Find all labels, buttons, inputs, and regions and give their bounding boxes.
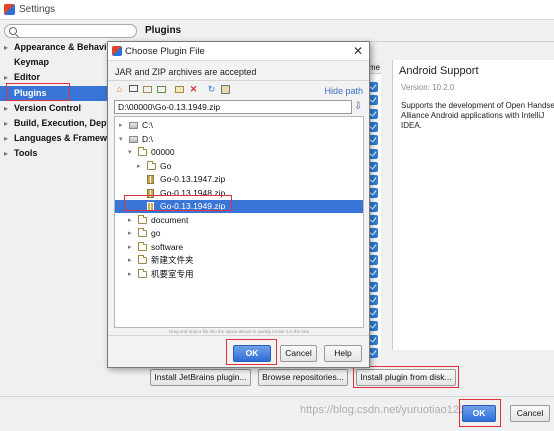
tree-item-label: Go <box>160 160 172 171</box>
project-icon[interactable] <box>142 84 153 95</box>
file-item[interactable]: Go-0.13.1947.zip <box>115 173 363 186</box>
new-folder-icon[interactable] <box>174 84 185 95</box>
show-hidden-icon[interactable] <box>220 84 231 95</box>
chevron-right-icon[interactable]: ▸ <box>119 119 123 132</box>
hide-path-link[interactable]: Hide path <box>324 86 363 96</box>
sidebar-item-label: Build, Execution, Deployment <box>14 118 108 128</box>
tree-item-label: Go-0.13.1947.zip <box>160 174 226 184</box>
sidebar-item-label: Appearance & Behavior <box>14 42 108 52</box>
folder-icon <box>138 228 147 237</box>
folder-item[interactable]: ▸ C:\ <box>115 119 363 132</box>
chevron-right-icon[interactable]: ▸ <box>137 160 141 173</box>
folder-item[interactable]: ▸ go <box>115 227 363 240</box>
highlight-dialog-ok <box>226 339 277 365</box>
plugin-name: Android Support <box>399 65 479 77</box>
divider <box>108 80 369 81</box>
drive-icon <box>129 122 138 129</box>
folder-icon <box>138 214 147 224</box>
chevron-right-icon[interactable]: ▸ <box>128 241 132 254</box>
folder-icon <box>138 241 147 251</box>
highlight-plugins <box>6 83 70 101</box>
zip-file-icon <box>147 175 154 184</box>
sidebar-item-label: Version Control <box>14 102 82 113</box>
folder-item[interactable]: ▸ 机要室专用 <box>115 268 363 281</box>
folder-item[interactable]: ▸ Go <box>115 160 363 173</box>
choose-plugin-file-dialog: Choose Plugin File ✕ JAR and ZIP archive… <box>107 41 370 368</box>
chevron-right-icon[interactable]: ▸ <box>4 131 8 146</box>
settings-search-input[interactable] <box>4 24 137 38</box>
search-icon <box>9 27 17 35</box>
highlight-install-from-disk <box>353 366 459 388</box>
tree-item-label: 新建文件夹 <box>151 255 194 265</box>
tree-item-label: go <box>151 228 161 238</box>
tree-item-label: C:\ <box>142 120 153 130</box>
browse-repositories-button[interactable]: Browse repositories... <box>258 369 348 386</box>
plugin-detail-panel: Android Support Version: 10.2.0 Supports… <box>392 60 554 350</box>
folder-icon <box>138 268 147 278</box>
folder-item[interactable]: ▸ 新建文件夹 <box>115 254 363 267</box>
settings-cancel-button[interactable]: Cancel <box>510 405 550 422</box>
module-icon[interactable] <box>156 84 167 95</box>
install-jetbrains-plugin-button[interactable]: Install JetBrains plugin... <box>150 369 251 386</box>
dialog-help-button[interactable]: Help <box>324 345 362 362</box>
chevron-right-icon[interactable]: ▸ <box>128 268 132 281</box>
folder-item[interactable]: ▾ 00000 <box>115 146 363 159</box>
chevron-right-icon[interactable]: ▸ <box>4 40 8 55</box>
dialog-cancel-button[interactable]: Cancel <box>280 345 317 362</box>
chevron-down-icon[interactable]: ▾ <box>128 146 132 159</box>
highlight-selected-file <box>124 195 232 211</box>
chevron-right-icon[interactable]: ▸ <box>128 254 132 267</box>
tree-item-label: 机要室专用 <box>151 268 194 279</box>
desktop-icon[interactable] <box>128 84 139 95</box>
folder-item[interactable]: ▾ D:\ <box>115 133 363 146</box>
tree-item-label: document <box>151 214 189 225</box>
path-history-icon[interactable]: ⇩ <box>354 101 364 113</box>
chevron-right-icon[interactable]: ▸ <box>4 101 8 116</box>
window-title: Settings <box>19 4 56 15</box>
tree-item-label: software <box>151 241 184 252</box>
folder-item[interactable]: ▸ software <box>115 241 363 254</box>
chevron-right-icon[interactable]: ▸ <box>4 146 8 161</box>
plugin-version: Version: 10.2.0 <box>401 83 455 92</box>
main-header: Plugins <box>140 20 554 42</box>
divider <box>108 335 369 336</box>
intellij-logo-icon <box>112 46 122 56</box>
highlight-settings-ok <box>459 399 501 427</box>
page-title: Plugins <box>145 25 182 36</box>
sidebar-item-label: Tools <box>14 148 38 159</box>
folder-icon <box>138 255 147 264</box>
settings-titlebar: Settings <box>0 0 554 20</box>
watermark: https://blog.csdn.net/yuruotiao123 <box>300 404 466 416</box>
chevron-down-icon[interactable]: ▾ <box>119 133 123 146</box>
sidebar-item-label: Keymap <box>14 57 50 68</box>
tree-item-label: 00000 <box>151 147 175 157</box>
sidebar-item-label: Languages & Frameworks <box>14 133 108 144</box>
dialog-description: JAR and ZIP archives are accepted <box>115 67 257 77</box>
close-icon[interactable]: ✕ <box>353 44 363 58</box>
folder-item[interactable]: ▸ document <box>115 214 363 227</box>
dialog-title: Choose Plugin File <box>125 46 205 57</box>
drive-icon <box>129 135 138 143</box>
home-icon[interactable]: ⌂ <box>114 84 125 95</box>
chevron-right-icon[interactable]: ▸ <box>128 214 132 227</box>
plugin-description: Supports the development of Open Handset… <box>401 101 554 130</box>
chevron-right-icon[interactable]: ▸ <box>128 227 132 240</box>
refresh-icon[interactable]: ↻ <box>206 84 217 95</box>
delete-icon[interactable]: ✕ <box>188 84 199 95</box>
drag-hint: Drag and drop a file into the space abov… <box>168 329 310 334</box>
folder-icon <box>138 147 147 156</box>
tree-item-label: D:\ <box>142 133 153 144</box>
dialog-titlebar: Choose Plugin File ✕ <box>108 42 369 61</box>
path-input[interactable]: D:\00000\Go-0.13.1949.zip <box>114 100 352 114</box>
file-tree[interactable]: ▸ C:\ ▾ D:\ ▾ 00000 ▸ Go Go-0.13.1947.zip Go-0.13… <box>114 116 364 328</box>
folder-icon <box>147 160 156 170</box>
chevron-right-icon[interactable]: ▸ <box>4 116 8 131</box>
intellij-logo-icon <box>4 4 15 15</box>
